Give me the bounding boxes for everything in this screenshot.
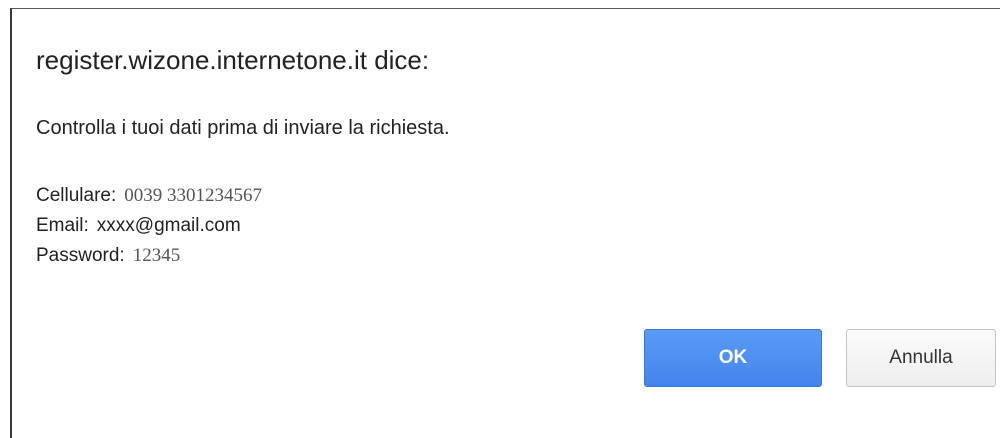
field-label-cellulare: Cellulare: [36,185,117,206]
field-value-cellulare: 0039 3301234567 [124,185,263,206]
field-value-email: xxxx@gmail.com [96,215,241,236]
field-row-email: Email: xxxx@gmail.com [36,211,262,241]
field-row-password: Password: 12345 [36,241,262,271]
field-list: Cellulare: 0039 3301234567 Email: xxxx@gma… [36,181,262,271]
field-label-password: Password: [36,245,125,266]
dialog-title: register.wizone.internetone.it dice: [36,45,430,75]
alert-dialog: register.wizone.internetone.it dice: Con… [10,8,1000,438]
field-row-cellulare: Cellulare: 0039 3301234567 [36,181,262,211]
dialog-message: Controlla i tuoi dati prima di inviare l… [36,117,450,139]
field-label-email: Email: [36,215,89,236]
cancel-button[interactable]: Annulla [846,329,996,387]
field-value-password: 12345 [132,245,181,266]
ok-button[interactable]: OK [644,329,822,387]
